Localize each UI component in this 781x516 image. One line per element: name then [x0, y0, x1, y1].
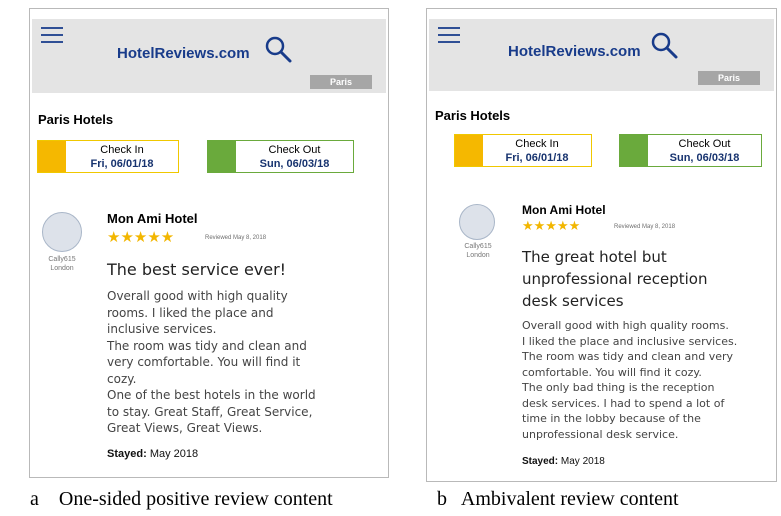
check-in-box[interactable]: Check In Fri, 06/01/18 — [454, 134, 592, 167]
app-header: HotelReviews.com Paris — [429, 19, 774, 91]
check-in-label: Check In — [100, 144, 144, 156]
section-title: Paris Hotels — [38, 112, 114, 127]
search-icon[interactable] — [263, 35, 293, 65]
check-out-date: Sun, 06/03/18 — [259, 158, 330, 170]
caption-a: a One-sided positive review content — [30, 488, 333, 511]
stayed-label: Stayed: — [107, 448, 147, 460]
caption-letter: b — [437, 488, 447, 510]
check-out-label: Check Out — [268, 144, 321, 156]
check-out-box[interactable]: Check Out Sun, 06/03/18 — [207, 140, 354, 173]
star-rating: ★★★★★ — [522, 218, 581, 233]
hamburger-menu-icon[interactable] — [438, 27, 460, 43]
caption-text: Ambivalent review content — [460, 488, 679, 510]
stayed-info: Stayed: May 2018 — [522, 456, 605, 467]
city-badge[interactable]: Paris — [698, 71, 760, 85]
avatar[interactable] — [42, 212, 82, 252]
check-out-label: Check Out — [678, 138, 731, 150]
review-body: Overall good with high quality rooms. I … — [107, 289, 316, 435]
check-out-box[interactable]: Check Out Sun, 06/03/18 — [619, 134, 762, 167]
check-out-date: Sun, 06/03/18 — [669, 152, 740, 164]
reviewer-name: Cally615 — [464, 243, 492, 250]
review-title: The great hotel but unprofessional recep… — [522, 248, 708, 310]
star-rating: ★★★★★ — [107, 229, 175, 246]
city-badge[interactable]: Paris — [310, 75, 372, 89]
stayed-value: May 2018 — [560, 456, 605, 467]
stayed-value: May 2018 — [149, 448, 199, 460]
review-title: The best service ever! — [107, 260, 287, 279]
search-icon[interactable] — [649, 31, 679, 61]
review-date: Reviewed May 8, 2018 — [614, 224, 676, 230]
avatar[interactable] — [459, 204, 495, 240]
reviewer-info: Cally615 London — [37, 255, 87, 273]
reviewer-city: London — [50, 265, 74, 272]
hamburger-menu-icon[interactable] — [41, 27, 63, 43]
mockup-panel-a: HotelReviews.com Paris Paris Hotels Chec… — [29, 8, 389, 478]
check-in-label: Check In — [515, 138, 559, 150]
caption-text: One-sided positive review content — [58, 488, 333, 510]
check-in-date: Fri, 06/01/18 — [90, 158, 154, 170]
reviewer-city: London — [466, 252, 490, 259]
review-date: Reviewed May 8, 2018 — [205, 235, 267, 241]
brand-logo[interactable]: HotelReviews.com — [117, 45, 250, 62]
check-in-date: Fri, 06/01/18 — [505, 152, 569, 164]
hotel-name[interactable]: Mon Ami Hotel — [522, 203, 606, 217]
hotel-name[interactable]: Mon Ami Hotel — [107, 211, 198, 226]
review-body: Overall good with high quality rooms. I … — [522, 319, 738, 441]
app-header: HotelReviews.com Paris — [32, 19, 386, 93]
caption-letter: a — [30, 488, 39, 510]
stayed-label: Stayed: — [522, 456, 559, 467]
section-title: Paris Hotels — [435, 108, 511, 123]
caption-b: b Ambivalent review content — [437, 488, 679, 511]
brand-logo[interactable]: HotelReviews.com — [508, 43, 641, 60]
mockup-panel-b: HotelReviews.com Paris Paris Hotels Chec… — [426, 8, 777, 482]
reviewer-name: Cally615 — [48, 256, 76, 263]
reviewer-info: Cally615 London — [453, 242, 503, 260]
check-in-box[interactable]: Check In Fri, 06/01/18 — [37, 140, 179, 173]
stayed-info: Stayed: May 2018 — [107, 448, 198, 460]
